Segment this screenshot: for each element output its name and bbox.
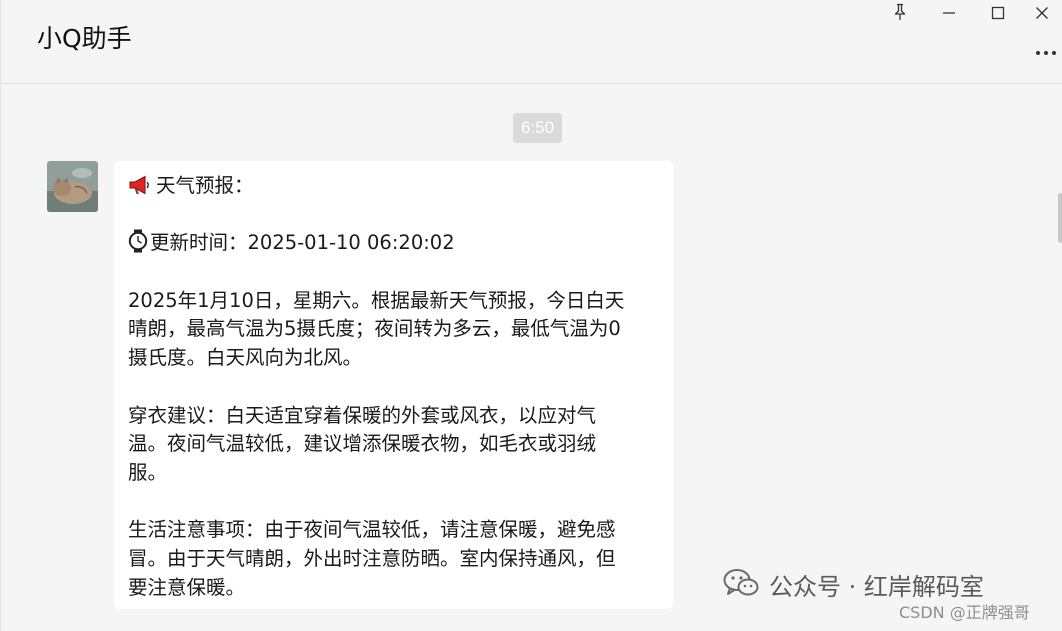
message-line: 要注意保暖。 — [128, 575, 246, 599]
message-line: 冒。由于天气晴朗，外出时注意防晒。室内保持通风，但 — [128, 546, 616, 570]
csdn-credit: CSDN @正牌强哥 — [899, 603, 1030, 622]
pin-icon — [892, 3, 908, 25]
scrollbar-thumb[interactable] — [1058, 193, 1062, 243]
message-line: 摄氏度。白天风向为北风。 — [128, 346, 363, 370]
message-line: 生活注意事项：由于夜间气温较低，请注意保暖，避免感 — [128, 518, 616, 542]
message-line: 晴朗，最高气温为5摄氏度；夜间转为多云，最低气温为0 — [128, 317, 621, 341]
message-line: 服。 — [128, 460, 168, 484]
message-gap — [128, 258, 673, 287]
watermark: 公众号 · 红岸解码室 — [723, 568, 984, 606]
minimize-icon — [942, 5, 956, 24]
maximize-button[interactable] — [975, 0, 1021, 28]
chat-window: 小Q助手 6:50 天气预报： 更新时间：2025-01-10 06:20:02… — [0, 0, 1062, 631]
message-line: 2025年1月10日，星期六。根据最新天气预报，今日白天 — [128, 288, 625, 312]
message-bubble[interactable]: 天气预报： 更新时间：2025-01-10 06:20:02 2025年1月10… — [114, 161, 673, 609]
wechat-icon — [723, 568, 759, 606]
more-icon — [1034, 42, 1058, 61]
watch-icon — [128, 229, 148, 262]
message-gap — [128, 488, 673, 517]
message-line: 穿衣建议：白天适宜穿着保暖的外套或风衣，以应对气 — [128, 403, 597, 427]
chat-area[interactable]: 6:50 天气预报： 更新时间：2025-01-10 06:20:02 2025… — [1, 85, 1062, 631]
message-line: 更新时间：2025-01-10 06:20:02 — [150, 231, 455, 255]
more-button[interactable] — [1031, 36, 1061, 66]
watermark-text: 公众号 · 红岸解码室 — [769, 573, 984, 601]
window-title: 小Q助手 — [37, 24, 132, 53]
avatar[interactable] — [47, 161, 98, 212]
close-button[interactable] — [1021, 0, 1062, 28]
message-line: 天气预报： — [156, 174, 254, 197]
minimize-button[interactable] — [926, 0, 972, 28]
maximize-icon — [991, 5, 1005, 24]
message-gap — [128, 201, 673, 230]
megaphone-icon — [128, 174, 152, 205]
message-timestamp: 6:50 — [513, 113, 562, 143]
message-line: 温。夜间气温较低，建议增添保暖衣物，如毛衣或羽绒 — [128, 432, 597, 456]
pin-button[interactable] — [877, 0, 923, 28]
close-icon — [1035, 5, 1049, 24]
message-gap — [128, 373, 673, 402]
title-bar: 小Q助手 — [1, 0, 1062, 84]
